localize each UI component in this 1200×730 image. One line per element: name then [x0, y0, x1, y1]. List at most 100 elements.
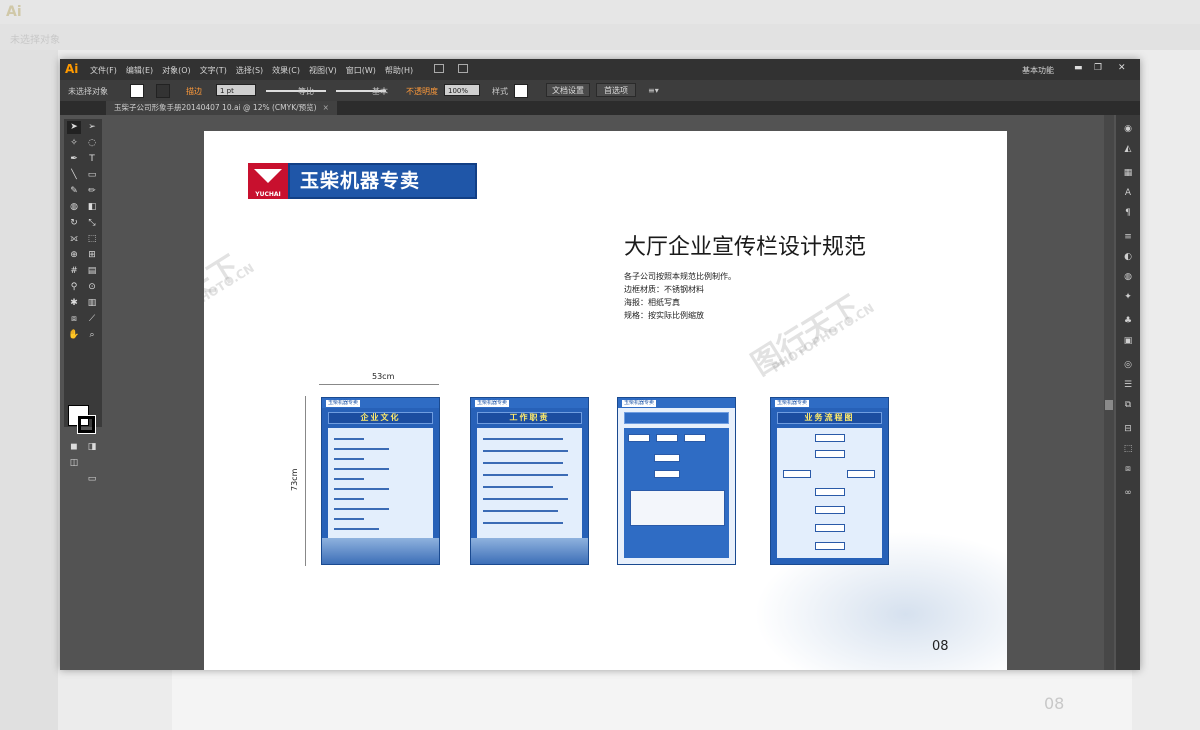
transparency-icon[interactable]: ◍	[1122, 271, 1134, 283]
watermark-cn: 图行天下	[745, 289, 867, 383]
paragraph-icon[interactable]: ¶	[1122, 207, 1134, 219]
type-tool-icon[interactable]: T	[85, 153, 99, 166]
pencil-tool-icon[interactable]: ✏	[85, 185, 99, 198]
poster-process-flow[interactable]: 玉柴机器专卖 业务流程图	[770, 397, 889, 565]
maximize-icon[interactable]: ❐	[1094, 63, 1102, 73]
artboard[interactable]: YUCHAI 玉柴机器专卖 大厅企业宣传栏设计规范 各子公司按照本规范比例制作。…	[204, 131, 1007, 670]
tools-panel: ➤ ➢ ✧ ◌ ✒ T ╲ ▭ ✎ ✏ ◍ ◧ ↻ ⤡ ⟗ ⬚ ⊕ ⊞ # ▤ …	[64, 119, 102, 484]
minimize-icon[interactable]: ▬	[1074, 63, 1083, 73]
stroke-swatch[interactable]	[156, 84, 170, 98]
transform-icon[interactable]: ⬚	[1122, 443, 1134, 455]
scroll-thumb[interactable]	[1105, 400, 1113, 410]
direct-selection-tool-icon[interactable]: ➢	[85, 121, 99, 134]
gradient-mode-icon[interactable]: ◨	[85, 441, 99, 454]
align-icon[interactable]: ⊟	[1122, 423, 1134, 435]
menu-help[interactable]: 帮助(H)	[385, 65, 413, 76]
menu-file[interactable]: 文件(F)	[90, 65, 117, 76]
character-icon[interactable]: A	[1122, 187, 1134, 199]
brush-definition[interactable]: 基本	[372, 86, 388, 97]
style-swatch[interactable]	[514, 84, 528, 98]
links-icon[interactable]: ∞	[1122, 487, 1134, 499]
preferences-button[interactable]: 首选项	[596, 83, 636, 97]
workspace-switcher[interactable]: 基本功能	[1022, 65, 1054, 76]
menu-object[interactable]: 对象(O)	[162, 65, 191, 76]
stroke-color-box[interactable]	[77, 415, 96, 434]
opacity-field[interactable]: 100%	[444, 84, 480, 96]
appearance-icon[interactable]: ◎	[1122, 359, 1134, 371]
document-tab[interactable]: 玉柴子公司形象手册20140407 10.ai @ 12% (CMYK/预览) ×	[106, 101, 337, 115]
color-guide-icon[interactable]: ◭	[1122, 143, 1134, 155]
eyedropper-tool-icon[interactable]: ⚲	[67, 281, 81, 294]
bridge-icon[interactable]	[434, 64, 444, 73]
color-panel-icon[interactable]: ◉	[1122, 123, 1134, 135]
rectangle-tool-icon[interactable]: ▭	[85, 169, 99, 182]
width-tool-icon[interactable]: ⟗	[67, 233, 81, 246]
shape-builder-tool-icon[interactable]: ⊕	[67, 249, 81, 262]
spec-line: 规格：按实际比例缩放	[624, 311, 704, 320]
poster-culture[interactable]: 玉柴机器专卖 企业文化	[321, 397, 440, 565]
pen-tool-icon[interactable]: ✒	[67, 153, 81, 166]
draw-mode-icon[interactable]: ◫	[67, 457, 81, 470]
screen-mode-icon[interactable]: ▭	[85, 473, 99, 486]
menu-type[interactable]: 文字(T)	[200, 65, 227, 76]
swatches-icon[interactable]: ▦	[1122, 167, 1134, 179]
column-graph-tool-icon[interactable]: ▥	[85, 297, 99, 310]
poster-body	[777, 428, 882, 558]
canvas-area[interactable]: YUCHAI 玉柴机器专卖 大厅企业宣传栏设计规范 各子公司按照本规范比例制作。…	[104, 115, 1104, 670]
magic-wand-tool-icon[interactable]: ✧	[67, 137, 81, 150]
arrange-icon[interactable]: ≡▾	[648, 86, 659, 95]
control-bar: 未选择对象 描边 1 pt 等比 基本 不透明度 100% 样式 文档设置 首选…	[60, 80, 1140, 101]
poster-org-chart[interactable]: 玉柴机器专卖	[617, 397, 736, 565]
paintbrush-tool-icon[interactable]: ✎	[67, 185, 81, 198]
width-dimension-label: 53cm	[372, 372, 395, 381]
close-icon[interactable]: ✕	[1118, 63, 1126, 73]
eraser-tool-icon[interactable]: ◧	[85, 201, 99, 214]
vertical-scrollbar[interactable]	[1104, 115, 1114, 670]
pathfinder-icon[interactable]: ⧈	[1122, 463, 1134, 475]
slice-tool-icon[interactable]: ⟋	[85, 313, 99, 326]
stroke-label[interactable]: 描边	[186, 86, 202, 97]
lasso-tool-icon[interactable]: ◌	[85, 137, 99, 150]
height-dimension-label: 73cm	[290, 468, 299, 491]
stroke-panel-icon[interactable]: ≡	[1122, 231, 1134, 243]
yuchai-logo: YUCHAI 玉柴机器专卖	[244, 163, 477, 203]
color-mode-icon[interactable]: ◼	[67, 441, 81, 454]
brushes-icon[interactable]: ✦	[1122, 291, 1134, 303]
menu-view[interactable]: 视图(V)	[309, 65, 337, 76]
poster-duties[interactable]: 玉柴机器专卖 工作职责	[470, 397, 589, 565]
symbols-icon[interactable]: ♣	[1122, 315, 1134, 327]
blend-tool-icon[interactable]: ⊙	[85, 281, 99, 294]
gradient-tool-icon[interactable]: ▤	[85, 265, 99, 278]
mesh-tool-icon[interactable]: #	[67, 265, 81, 278]
hand-tool-icon[interactable]: ✋	[67, 329, 81, 342]
variable-width-profile[interactable]: 等比	[298, 86, 314, 97]
blob-brush-tool-icon[interactable]: ◍	[67, 201, 81, 214]
page-heading: 大厅企业宣传栏设计规范	[624, 235, 867, 260]
menu-select[interactable]: 选择(S)	[236, 65, 263, 76]
arrange-documents-icon[interactable]	[458, 64, 468, 73]
perspective-grid-tool-icon[interactable]: ⊞	[85, 249, 99, 262]
symbol-sprayer-tool-icon[interactable]: ✱	[67, 297, 81, 310]
free-transform-tool-icon[interactable]: ⬚	[85, 233, 99, 246]
scale-tool-icon[interactable]: ⤡	[85, 217, 99, 230]
opacity-label[interactable]: 不透明度	[406, 86, 438, 97]
fill-swatch[interactable]	[130, 84, 144, 98]
menu-edit[interactable]: 编辑(E)	[126, 65, 153, 76]
document-setup-button[interactable]: 文档设置	[546, 83, 590, 97]
gradient-panel-icon[interactable]: ◐	[1122, 251, 1134, 263]
menu-window[interactable]: 窗口(W)	[346, 65, 376, 76]
stroke-weight-field[interactable]: 1 pt	[216, 84, 256, 96]
poster-body	[624, 428, 729, 558]
menu-effect[interactable]: 效果(C)	[272, 65, 300, 76]
rotate-tool-icon[interactable]: ↻	[67, 217, 81, 230]
artboards-icon[interactable]: ⧉	[1122, 399, 1134, 411]
layers-icon[interactable]: ☰	[1122, 379, 1134, 391]
variable-width-line[interactable]	[266, 90, 326, 92]
selection-tool-icon[interactable]: ➤	[67, 121, 81, 134]
document-tab-title: 玉柴子公司形象手册20140407 10.ai @ 12% (CMYK/预览)	[114, 103, 317, 112]
graphic-styles-icon[interactable]: ▣	[1122, 335, 1134, 347]
line-tool-icon[interactable]: ╲	[67, 169, 81, 182]
zoom-tool-icon[interactable]: ⌕	[85, 329, 99, 342]
artboard-tool-icon[interactable]: ⧈	[67, 313, 81, 326]
tab-close-icon[interactable]: ×	[323, 103, 329, 112]
